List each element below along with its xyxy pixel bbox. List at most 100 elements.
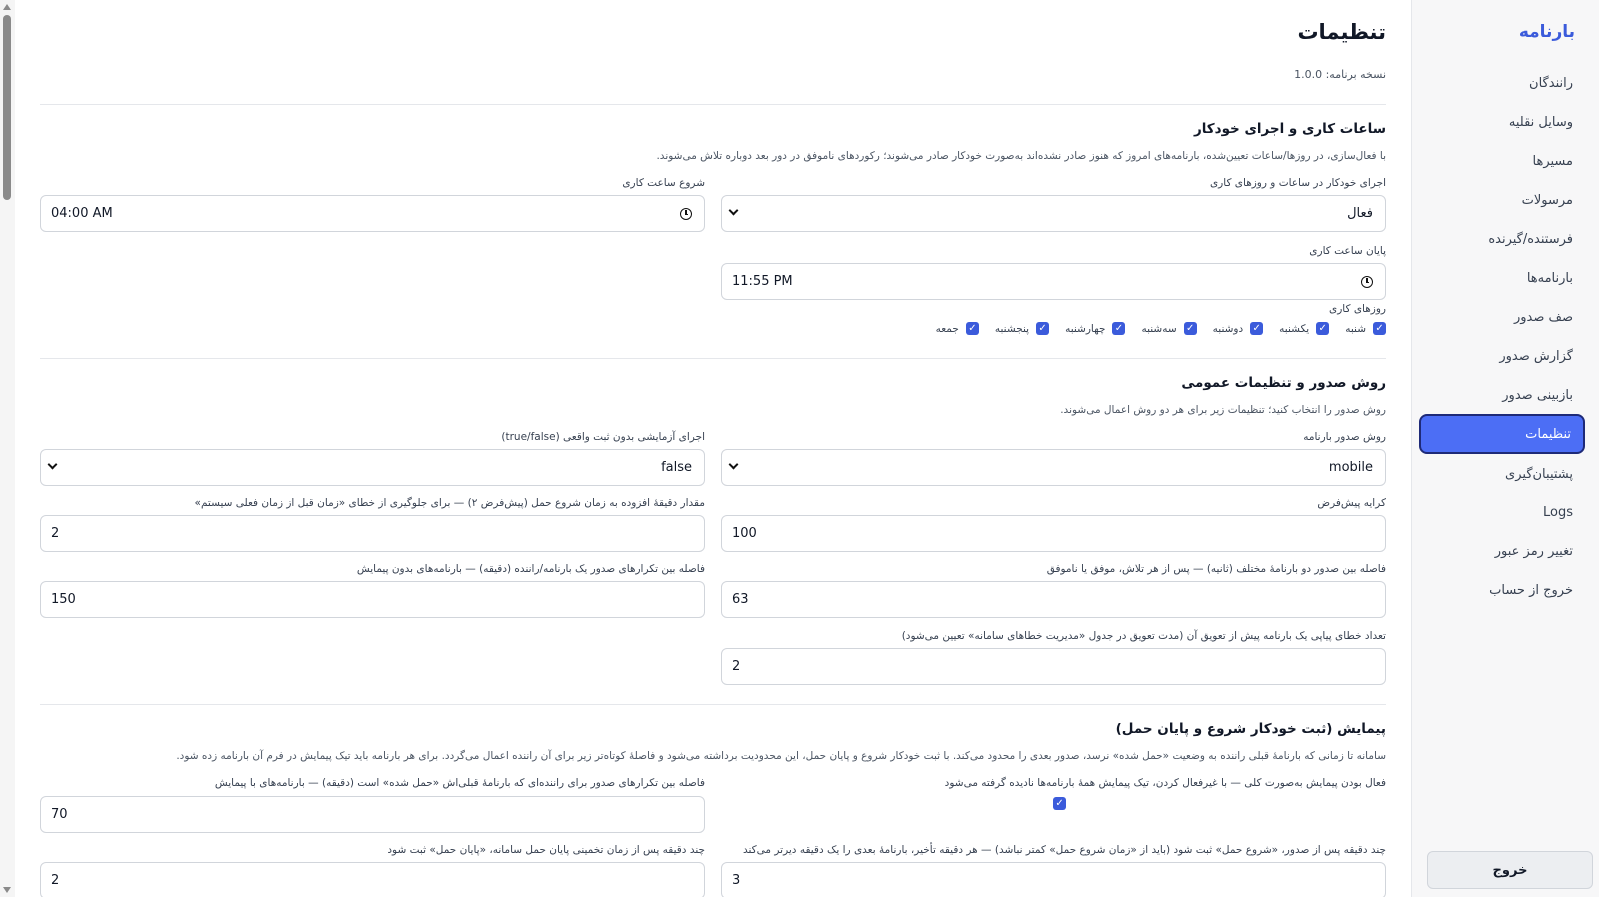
repeat-interval-label: فاصله بین تکرارهای صدور یک بارنامه/رانند… [356,563,705,575]
dry-run-label: اجرای آزمایشی بدون ثبت واقعی (true/false… [501,431,705,443]
settings-main: تنظیمات نسخه برنامه: 1.0.0 ساعات کاری و … [40,0,1386,897]
consecutive-errors-value: 2 [732,659,741,674]
logout-button[interactable]: خروج [1427,851,1593,889]
trip-gap-label: فاصله بین تکرارهای صدور برای راننده‌ای ک… [214,777,705,789]
sidebar-item[interactable]: بازبینی صدور [1419,375,1585,415]
trip-end-label: چند دقیقه پس از زمان تخمینی پایان حمل سا… [387,844,705,856]
extra-minutes-input[interactable]: 2 [40,515,705,552]
work-day-option[interactable]: ✓ چهارشنبه [1065,322,1126,335]
work-day-label: سه‌شنبه [1141,322,1177,335]
issue-gap-value: 63 [732,592,749,607]
work-day-label: یکشنبه [1279,322,1310,335]
work-days-group: ✓ شنبه ✓ یکشنبه ✓ دوشنبه ✓ سه‌شنبه ✓ چهارشنبه ✓ پنج… [920,322,1386,335]
work-day-label: شنبه [1345,322,1366,335]
divider [40,358,1386,359]
work-day-label: چهارشنبه [1065,322,1106,335]
section-title-issue-method: روش صدور و تنظیمات عمومی [1181,375,1386,391]
work-day-checkbox[interactable]: ✓ [1183,322,1197,335]
work-day-checkbox[interactable]: ✓ [1316,322,1330,335]
trip-start-value: 3 [732,873,741,888]
sidebar-item[interactable]: رانندگان [1419,63,1585,103]
work-day-option[interactable]: ✓ شنبه [1345,322,1386,335]
work-day-checkbox[interactable]: ✓ [1036,322,1050,335]
issue-gap-label: فاصله بین صدور دو بارنامهٔ مختلف (ثانیه)… [1046,563,1386,575]
auto-run-label: اجرای خودکار در ساعات و روزهای کاری [1209,177,1386,189]
work-day-option[interactable]: ✓ پنجشنبه [994,322,1050,335]
trip-start-input[interactable]: 3 [721,862,1386,897]
work-day-option[interactable]: ✓ یکشنبه [1279,322,1330,335]
default-fare-value: 100 [732,526,757,541]
default-fare-input[interactable]: 100 [721,515,1386,552]
auto-run-value: فعال [1347,206,1373,221]
work-start-time-input[interactable]: 04:00 AM [40,195,705,232]
extra-minutes-label: مقدار دقیقهٔ افزوده به زمان شروع حمل (پی… [194,497,705,509]
work-day-checkbox[interactable]: ✓ [1112,322,1126,335]
brand-logo[interactable]: بارنامه [1519,22,1575,42]
work-day-checkbox[interactable]: ✓ [965,322,979,335]
trip-enabled-checkbox[interactable]: ✓ [1053,797,1066,810]
chevron-down-icon [47,459,58,470]
divider [40,704,1386,705]
issue-gap-input[interactable]: 63 [721,581,1386,618]
sidebar-item[interactable]: پشتیبان‌گیری [1419,454,1585,494]
sidebar-item[interactable]: خروج از حساب [1419,570,1585,610]
sidebar-item[interactable]: وسایل نقلیه [1419,102,1585,142]
default-fare-label: کرایه پیش‌فرض [1317,497,1386,509]
issue-method-select[interactable]: mobile [721,449,1386,486]
scroll-up-arrow-icon[interactable] [3,4,11,10]
work-day-option[interactable]: ✓ سه‌شنبه [1141,322,1197,335]
trip-enabled-label: فعال بودن پیمایش به‌صورت کلی — با غیرفعا… [944,777,1386,789]
sidebar-item[interactable]: تنظیمات [1419,414,1585,454]
work-end-value: 11:55 PM [732,274,793,289]
sidebar-item[interactable]: مسیرها [1419,141,1585,181]
section-title-working-hours: ساعات کاری و اجرای خودکار [1193,121,1386,137]
sidebar-item[interactable]: تغییر رمز عبور [1419,531,1585,571]
trip-gap-value: 70 [51,807,68,822]
trip-end-input[interactable]: 2 [40,862,705,897]
repeat-interval-input[interactable]: 150 [40,581,705,618]
extra-minutes-value: 2 [51,526,60,541]
work-days-label: روزهای کاری [1329,303,1386,315]
divider [40,104,1386,105]
section-description-working-hours: با فعال‌سازی، در روزها/ساعات تعیین‌شده، … [656,150,1386,162]
work-day-option[interactable]: ✓ جمعه [936,322,979,335]
work-start-value: 04:00 AM [51,206,113,221]
page-scrollbar[interactable] [0,0,15,897]
trip-gap-input[interactable]: 70 [40,796,705,833]
scroll-down-arrow-icon[interactable] [3,887,11,893]
clock-icon[interactable] [680,208,692,220]
work-day-checkbox[interactable]: ✓ [1373,322,1386,335]
chevron-down-icon [728,205,739,216]
scrollbar-thumb[interactable] [3,15,11,200]
section-description-trip-tracking: سامانه تا زمانی که بارنامهٔ قبلی راننده … [176,750,1386,762]
work-day-label: جمعه [935,322,959,335]
repeat-interval-value: 150 [51,592,76,607]
auto-run-select[interactable]: فعال [721,195,1386,232]
section-description-issue-method: روش صدور را انتخاب کنید؛ تنظیمات زیر برا… [1060,404,1386,416]
consecutive-errors-input[interactable]: 2 [721,648,1386,685]
consecutive-errors-label: تعداد خطای پیاپی یک بارنامه پیش از تعویق… [901,630,1386,642]
work-day-checkbox[interactable]: ✓ [1250,322,1264,335]
sidebar-item[interactable]: گزارش صدور [1419,336,1585,376]
page-title: تنظیمات [1297,20,1386,44]
sidebar-item[interactable]: بارنامه‌ها [1419,258,1585,298]
issue-method-value: mobile [1328,460,1373,475]
dry-run-select[interactable]: false [40,449,705,486]
work-start-label: شروع ساعت کاری [622,177,705,189]
work-day-label: دوشنبه [1212,322,1244,335]
work-day-label: پنجشنبه [994,322,1030,335]
app-version: نسخه برنامه: 1.0.0 [1294,68,1386,81]
dry-run-value: false [661,460,692,475]
work-end-time-input[interactable]: 11:55 PM [721,263,1386,300]
sidebar-item[interactable]: صف صدور [1419,297,1585,337]
trip-end-value: 2 [51,873,60,888]
work-end-label: پایان ساعت کاری [1309,245,1386,257]
sidebar-item[interactable]: مرسولات [1419,180,1585,220]
sidebar-item[interactable]: Logs [1419,492,1585,532]
clock-icon[interactable] [1361,276,1373,288]
trip-start-label: چند دقیقه پس از صدور، «شروع حمل» ثبت شود… [742,844,1386,856]
section-title-trip-tracking: پیمایش (ثبت خودکار شروع و پایان حمل) [1115,721,1386,737]
issue-method-label: روش صدور بارنامه [1303,431,1386,443]
work-day-option[interactable]: ✓ دوشنبه [1213,322,1264,335]
sidebar-item[interactable]: فرستنده/گیرنده [1419,219,1585,259]
